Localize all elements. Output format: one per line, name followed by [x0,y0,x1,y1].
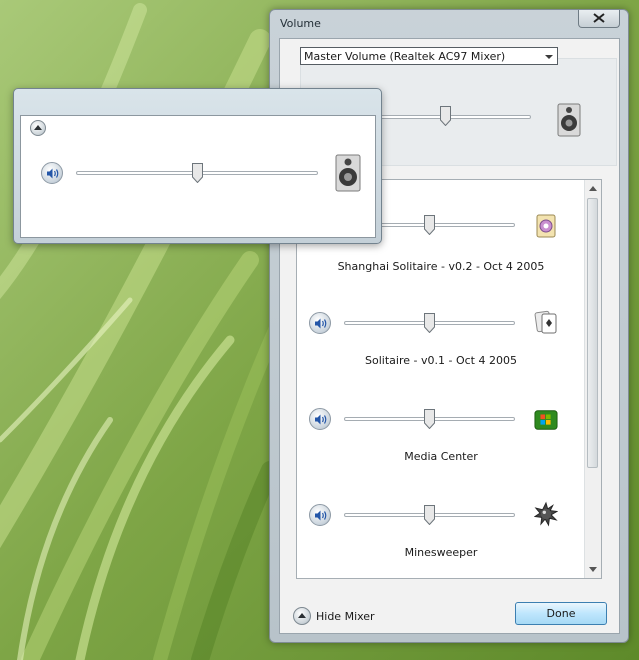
app-volume-thumb[interactable] [424,409,435,429]
list-item: Media Center [297,372,585,468]
window-title: Volume [280,17,321,30]
app-name: Solitaire - v0.1 - Oct 4 2005 [365,354,517,367]
speaker-icon [557,103,581,137]
app-volume-thumb[interactable] [424,505,435,525]
speaker-icon [335,154,361,192]
app-volume-thumb[interactable] [424,215,435,235]
scroll-down-arrow[interactable] [589,567,597,572]
chevron-up-icon [298,613,306,618]
master-volume-thumb[interactable] [439,106,451,126]
scroll-up-arrow[interactable] [589,186,597,191]
speaker-volume-icon [315,510,327,521]
device-select[interactable]: Master Volume (Realtek AC97 Mixer) [300,47,558,65]
list-scrollbar[interactable] [584,180,601,578]
popup-client-area [20,115,376,238]
hide-mixer-button[interactable] [293,607,311,625]
hide-mixer-control[interactable]: Hide Mixer [293,607,375,625]
scrollbar-thumb[interactable] [587,198,598,468]
app-name: Minesweeper [404,546,478,559]
app-name: Shanghai Solitaire - v0.2 - Oct 4 2005 [337,260,545,273]
app-name: Media Center [404,450,478,463]
app-volume-thumb[interactable] [424,313,435,333]
shanghai-solitaire-icon [536,214,556,238]
device-select-value: Master Volume (Realtek AC97 Mixer) [304,50,506,63]
speaker-volume-icon [47,168,59,179]
mute-button[interactable] [309,504,331,526]
mute-button[interactable] [309,408,331,430]
chevron-down-icon [545,55,553,59]
popup-volume-thumb[interactable] [191,163,203,183]
popup-mute-button[interactable] [41,162,63,184]
media-center-icon [534,410,558,430]
done-button[interactable]: Done [515,602,607,625]
list-item: Solitaire - v0.1 - Oct 4 2005 [297,276,585,372]
close-icon [593,13,605,23]
volume-popup [13,88,382,244]
hide-mixer-label: Hide Mixer [316,609,375,623]
list-item: Minesweeper [297,468,585,564]
speaker-volume-icon [315,414,327,425]
minesweeper-icon [534,501,558,527]
chevron-up-icon [34,125,42,130]
solitaire-icon [534,310,557,334]
expand-collapse-button[interactable] [30,120,46,136]
speaker-volume-icon [315,318,327,329]
close-button[interactable] [578,10,620,28]
mute-button[interactable] [309,312,331,334]
